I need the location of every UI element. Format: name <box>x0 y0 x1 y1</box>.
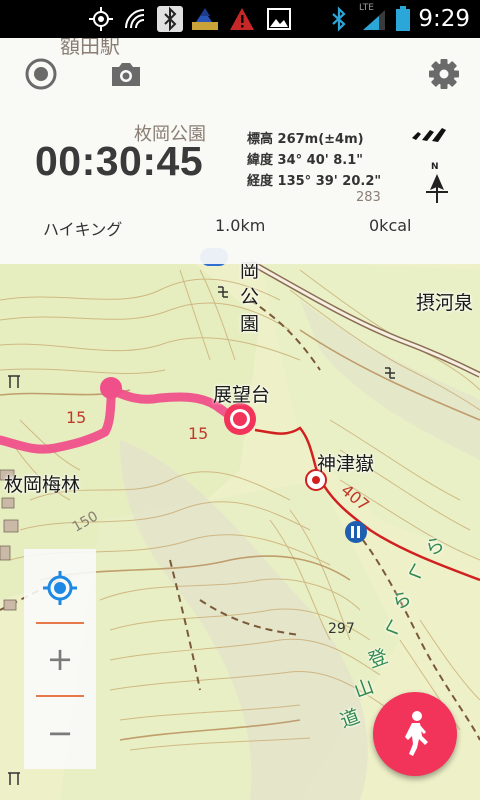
record-button[interactable] <box>19 52 63 96</box>
map-label-elev-283: 283 <box>356 190 381 205</box>
status-bar: LTE 9:29 <box>0 0 480 38</box>
signal-icon <box>363 10 385 30</box>
map-label-elev-297: 297 <box>328 621 355 637</box>
zoom-separator <box>36 695 84 697</box>
location-readout: 標高 267m(±4m) 緯度 34° 40' 8.1" 経度 135° 39'… <box>247 129 381 192</box>
compass-north-label: N <box>431 162 439 172</box>
camera-icon <box>112 63 140 86</box>
map-zoom-controls: + − <box>24 549 96 769</box>
altitude-value: 標高 267m(±4m) <box>247 132 364 147</box>
zoom-in-button[interactable]: + <box>24 633 96 685</box>
bluetooth-icon <box>332 6 346 32</box>
camera-button[interactable] <box>104 52 148 96</box>
activity-type[interactable]: ハイキング <box>43 216 122 240</box>
weather-icon <box>192 8 218 30</box>
zoom-in-icon: + <box>46 640 74 678</box>
zoom-out-button[interactable]: − <box>24 707 96 759</box>
gps-icon <box>89 7 113 31</box>
map-label-settsu: 摂河泉 <box>416 292 474 314</box>
settings-icon <box>429 59 459 89</box>
bluetooth-icon <box>157 6 183 32</box>
my-location-icon <box>43 571 77 605</box>
map-label-plum-grove: 枚岡梅林 <box>4 474 81 496</box>
nfc-icon <box>125 9 145 29</box>
battery-icon <box>396 6 410 31</box>
map-label-route-15-a: 15 <box>66 408 87 427</box>
map-label-shrine-peak: 神津嶽 <box>317 453 375 475</box>
map-label-park-3: 園 <box>240 313 260 335</box>
settings-button[interactable] <box>422 52 466 96</box>
gps-signal-icon <box>412 128 446 142</box>
status-time: 9:29 <box>418 6 470 32</box>
distance-value: 1.0km <box>215 216 266 235</box>
compass: N <box>424 162 450 204</box>
hiker-icon <box>405 711 428 756</box>
tracking-info-panel: 額田駅 枚岡公園 283 00:30:45 標高 267m(±4m) 緯度 34… <box>0 34 480 264</box>
map-label-park-2: 公 <box>240 286 260 308</box>
latitude-value: 緯度 34° 40' 8.1" <box>247 153 364 168</box>
zoom-out-icon: − <box>46 714 74 752</box>
zoom-separator <box>36 622 84 624</box>
calories-value: 0kcal <box>369 216 412 235</box>
longitude-value: 経度 135° 39' 20.2" <box>247 174 382 189</box>
compass-icon <box>426 174 448 203</box>
map-label-observatory: 展望台 <box>213 384 271 406</box>
elapsed-time: 00:30:45 <box>35 138 204 184</box>
gps-signal-indicator <box>410 124 450 146</box>
locate-button[interactable] <box>24 563 96 613</box>
alert-icon <box>230 8 254 30</box>
activity-fab-button[interactable] <box>373 692 457 776</box>
map-label-route-15-b: 15 <box>188 424 209 443</box>
record-icon <box>25 58 57 90</box>
image-icon <box>267 8 291 30</box>
